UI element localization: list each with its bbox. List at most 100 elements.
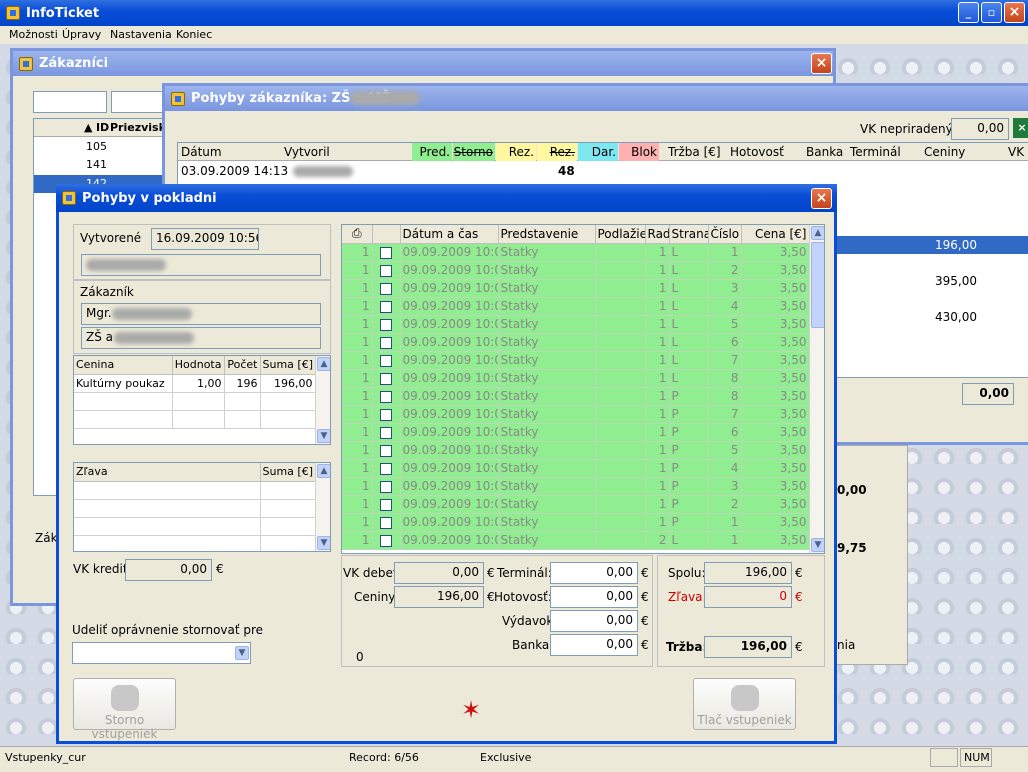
col-vytvoril[interactable]: Vytvoril [284, 145, 330, 159]
cell-cena[interactable]: 3,50 [741, 279, 810, 298]
col-datum[interactable]: Dátum [181, 145, 222, 159]
banka-input[interactable]: 0,00 [550, 634, 638, 656]
cell-pr[interactable]: Statky [498, 513, 596, 532]
ticket-row[interactable]: 109.09.2009 10:00Statky1L63,50 [342, 333, 810, 352]
row-checkbox[interactable] [380, 372, 392, 385]
cell-pr[interactable]: Statky [498, 387, 596, 406]
row-checkbox[interactable] [380, 300, 392, 313]
cell-n[interactable]: 1 [342, 315, 373, 334]
cell-str[interactable]: L [669, 279, 709, 298]
cell-pr[interactable]: Statky [498, 369, 596, 388]
row-checkbox[interactable] [380, 354, 392, 367]
cell-rad[interactable]: 1 [645, 387, 670, 406]
cell-cena[interactable]: 3,50 [741, 531, 810, 550]
cell-pr[interactable]: Statky [498, 423, 596, 442]
cell-cena[interactable]: 3,50 [741, 243, 810, 262]
cell-c[interactable]: 2 [708, 261, 742, 280]
cell-str[interactable]: P [669, 387, 709, 406]
cell-podlazie[interactable] [595, 477, 646, 496]
chevron-up-icon[interactable]: ▲ [317, 464, 330, 478]
cell-str[interactable]: L [669, 297, 709, 316]
cell-str[interactable]: L [669, 369, 709, 388]
cell-cena[interactable]: 3,50 [741, 369, 810, 388]
cell-rad[interactable]: 1 [645, 477, 670, 496]
cell-pr[interactable]: Statky [498, 297, 596, 316]
cell-podlazie[interactable] [595, 513, 646, 532]
cell-rad[interactable]: 1 [645, 423, 670, 442]
cell-n[interactable]: 1 [342, 297, 373, 316]
cell-str[interactable]: P [669, 459, 709, 478]
menu-nastavenia[interactable]: Nastavenia [110, 28, 172, 41]
cell-podlazie[interactable] [595, 333, 646, 352]
cell-str[interactable]: L [669, 333, 709, 352]
cell-pr[interactable]: Statky [498, 531, 596, 550]
cell-pr[interactable]: Statky [498, 441, 596, 460]
cell-n[interactable]: 1 [342, 477, 373, 496]
row-checkbox[interactable] [380, 462, 392, 475]
col-zlava-suma[interactable]: Suma [€] [260, 463, 316, 482]
vydavok-value[interactable]: 0,00 [550, 610, 638, 632]
ticket-row[interactable]: 109.09.2009 10:00Statky1P33,50 [342, 477, 810, 496]
cell-rad[interactable]: 1 [645, 297, 670, 316]
cell-n[interactable]: 1 [342, 387, 373, 406]
zakaznik-id[interactable]: 105 [86, 140, 107, 153]
cell-str[interactable]: P [669, 405, 709, 424]
cell-c[interactable]: 5 [708, 441, 742, 460]
cell-c[interactable]: 1 [708, 531, 742, 550]
excel-icon[interactable]: × [1013, 118, 1028, 138]
menu-koniec[interactable]: Koniec [176, 28, 212, 41]
restore-button[interactable]: ▫ [981, 2, 1002, 23]
cell-pr[interactable]: Statky [498, 333, 596, 352]
col-suma[interactable]: Suma [€] [260, 356, 316, 375]
zakaznici-close-button[interactable]: × [811, 53, 832, 74]
cell-dt[interactable]: 09.09.2009 10:00 [400, 369, 499, 388]
cell-rad[interactable]: 1 [645, 351, 670, 370]
cell-rad[interactable]: 1 [645, 261, 670, 280]
cenina-hodnota[interactable]: 1,00 [172, 374, 225, 393]
col-rez-storno[interactable]: Rez. [537, 143, 577, 161]
ticket-row[interactable]: 109.09.2009 10:00Statky1L13,50 [342, 243, 810, 262]
cell-c[interactable]: 6 [708, 423, 742, 442]
app-close-button[interactable]: × [1004, 2, 1025, 23]
cell-n[interactable]: 1 [342, 279, 373, 298]
ticket-row[interactable]: 109.09.2009 10:00Statky1P13,50 [342, 513, 810, 532]
cell-podlazie[interactable] [595, 441, 646, 460]
side-button[interactable]: nia [837, 638, 855, 652]
cell-c[interactable]: 7 [708, 351, 742, 370]
cell-pr[interactable]: Statky [498, 459, 596, 478]
ticket-row[interactable]: 109.09.2009 10:00Statky1L73,50 [342, 351, 810, 370]
ticket-row[interactable]: 109.09.2009 10:00Statky1P53,50 [342, 441, 810, 460]
cell-cena[interactable]: 3,50 [741, 315, 810, 334]
cell-podlazie[interactable] [595, 243, 646, 262]
ticket-row[interactable]: 109.09.2009 10:00Statky2L13,50 [342, 531, 810, 550]
row-checkbox[interactable] [380, 390, 392, 403]
col-zlava[interactable]: Zľava [74, 463, 261, 482]
ticket-row[interactable]: 109.09.2009 10:00Statky1L23,50 [342, 261, 810, 280]
row-checkbox[interactable] [380, 534, 392, 547]
cell-dt[interactable]: 09.09.2009 10:00 [400, 513, 499, 532]
cell-podlazie[interactable] [595, 351, 646, 370]
cell-n[interactable]: 1 [342, 531, 373, 550]
terminal-input[interactable]: 0,00 [550, 562, 638, 584]
row-checkbox[interactable] [380, 264, 392, 277]
col-predstavenie[interactable]: Predstavenie [498, 225, 596, 244]
cell-c[interactable]: 2 [708, 495, 742, 514]
chevron-up-icon[interactable]: ▲ [317, 357, 330, 371]
cell-dt[interactable]: 09.09.2009 10:00 [400, 333, 499, 352]
col-vk[interactable]: VK [1008, 145, 1024, 159]
chevron-up-icon[interactable]: ▲ [811, 226, 824, 240]
cell-n[interactable]: 1 [342, 351, 373, 370]
row-checkbox[interactable] [380, 336, 392, 349]
cell-dt[interactable]: 09.09.2009 10:00 [400, 405, 499, 424]
cell-rad[interactable]: 1 [645, 405, 670, 424]
cell-str[interactable]: L [669, 351, 709, 370]
cell-pr[interactable]: Statky [498, 351, 596, 370]
row-checkbox[interactable] [380, 480, 392, 493]
cell-dt[interactable]: 09.09.2009 10:00 [400, 279, 499, 298]
col-ceniny[interactable]: Ceniny [924, 145, 965, 159]
cell-podlazie[interactable] [595, 495, 646, 514]
cell-pr[interactable]: Statky [498, 495, 596, 514]
cell-cena[interactable]: 3,50 [741, 351, 810, 370]
pokladna-close-button[interactable]: × [811, 188, 832, 209]
row-checkbox[interactable] [380, 318, 392, 331]
